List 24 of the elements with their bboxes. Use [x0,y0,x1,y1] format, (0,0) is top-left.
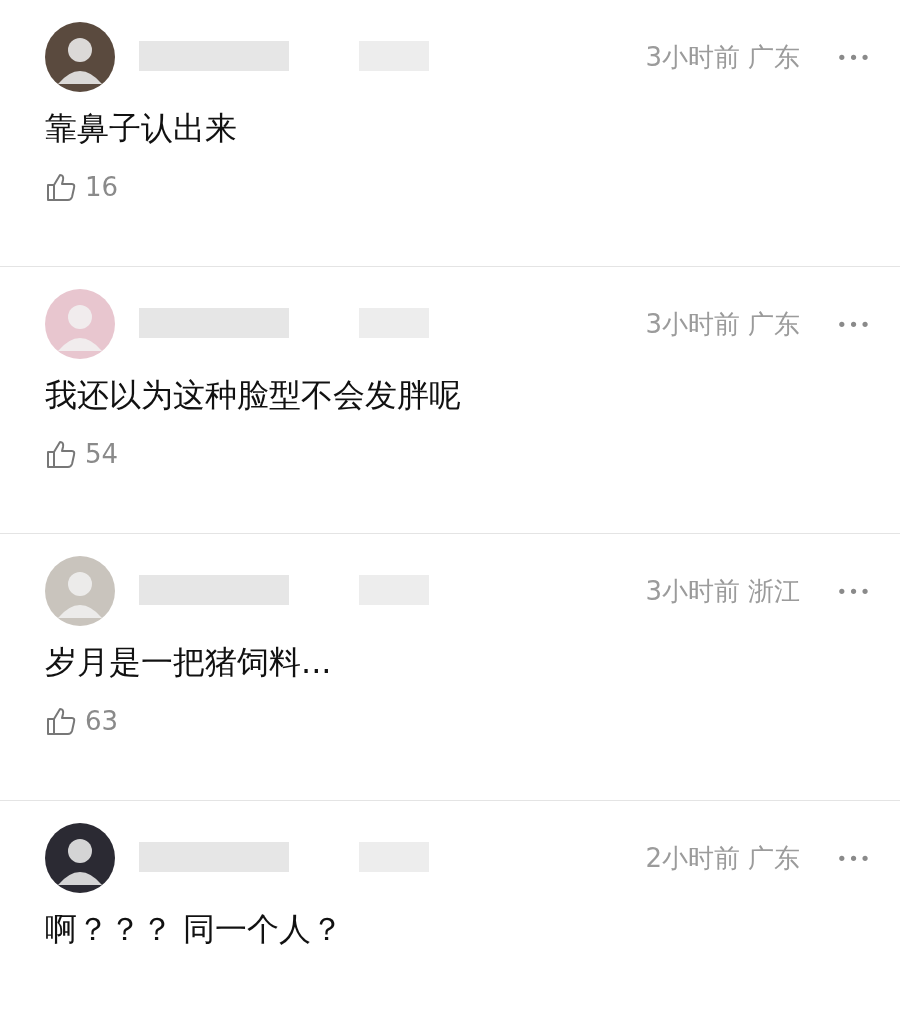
thumbs-up-icon[interactable] [45,438,77,471]
thumbs-up-icon[interactable] [45,171,77,204]
more-button[interactable]: ••• [824,577,884,605]
like-count: 54 [85,437,119,471]
comment-location: 广东 [748,307,800,341]
like-count: 63 [85,704,119,738]
comment-time: 2小时前 [645,841,740,875]
avatar[interactable] [45,823,115,893]
comment-text: 岁月是一把猪饲料... [45,642,333,683]
comment-location: 广东 [748,40,800,74]
avatar[interactable] [45,22,115,92]
comment-text: 我还以为这种脸型不会发胖呢 [45,375,462,416]
thumbs-up-icon[interactable] [45,705,77,738]
more-button[interactable]: ••• [824,310,884,338]
like-count: 16 [85,170,119,204]
comment-text: 啊？？？ 同一个人？ [45,909,345,950]
comment-location: 广东 [748,841,800,875]
more-button[interactable]: ••• [824,43,884,71]
comment-time: 3小时前 [645,574,740,608]
comment-time: 3小时前 [645,307,740,341]
comment-location: 浙江 [748,574,800,608]
comment-text: 靠鼻子认出来 [45,108,238,149]
more-button[interactable]: ••• [824,844,884,872]
comment-time: 3小时前 [645,40,740,74]
